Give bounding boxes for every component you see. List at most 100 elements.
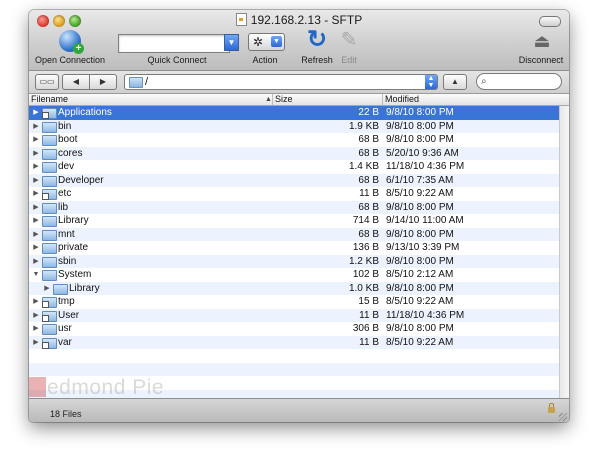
bookmarks-button[interactable]: ▭▭ [35,74,59,90]
toolbar-toggle-button[interactable] [539,16,561,27]
disclosure-collapsed-icon[interactable]: ▶ [32,309,40,323]
window-title: 192.168.2.13 - SFTP [250,13,363,27]
open-connection-icon[interactable]: + [59,30,84,54]
folder-alias-icon [42,297,57,308]
disclosure-collapsed-icon[interactable]: ▶ [32,214,40,228]
file-row[interactable]: ▶ private 136 B 9/13/10 3:39 PM [29,241,560,255]
disclosure-collapsed-icon[interactable]: ▶ [32,322,40,336]
file-size: 714 B [352,215,379,226]
file-size: 11 B [359,309,379,321]
open-connection-label[interactable]: Open Connection [29,55,111,65]
file-row[interactable]: ▶ Developer 68 B 6/1/10 7:35 AM [29,173,560,188]
folder-icon [42,324,57,335]
window-title-bar: 192.168.2.13 - SFTP [29,13,569,27]
file-row[interactable]: ▶ User 11 B 11/18/10 4:36 PM [29,308,560,323]
file-row[interactable]: ▶ boot 68 B 9/8/10 8:00 PM [29,133,560,147]
resize-handle[interactable] [559,413,567,421]
file-modified: 5/20/10 9:36 AM [386,147,459,159]
disclosure-collapsed-icon[interactable]: ▶ [32,133,40,147]
file-row[interactable]: ▶ Library 714 B 9/14/10 11:00 AM [29,214,560,228]
folder-icon [42,148,57,160]
disclosure-collapsed-icon[interactable]: ▶ [32,336,40,350]
file-row[interactable]: ▶ mnt 68 B 9/8/10 8:00 PM [29,227,560,242]
eject-icon[interactable]: ⏏ [530,30,554,52]
forward-button[interactable]: ▶ [89,74,117,90]
folder-icon [42,216,57,227]
back-button[interactable]: ◀ [62,74,90,90]
file-name: lib [58,201,69,213]
action-button[interactable]: ✲ ▼ [248,33,285,51]
folder-icon [42,243,57,254]
file-list: ▶ Applications 22 B 9/8/10 8:00 PM ▶ bin 1.9 K… [29,106,569,398]
disclosure-collapsed-icon[interactable]: ▶ [32,241,40,255]
disclosure-collapsed-icon[interactable]: ▶ [32,120,40,134]
disclosure-collapsed-icon[interactable]: ▶ [32,295,40,309]
watermark-logo [29,377,46,397]
file-row[interactable]: ▶ bin 1.9 KB 9/8/10 8:00 PM [29,119,560,134]
vertical-scrollbar[interactable] [559,106,569,398]
folder-alias-icon [42,337,57,349]
file-modified: 9/8/10 8:00 PM [386,255,454,267]
book-icon: ▭▭ [39,77,55,86]
file-size: 1.9 KB [348,120,379,132]
pencil-icon[interactable]: ✎ [338,28,360,52]
disclosure-collapsed-icon[interactable]: ▶ [32,147,40,161]
file-modified: 9/8/10 8:00 PM [386,134,454,145]
file-row[interactable]: ▼ System 102 B 8/5/10 2:12 AM [29,268,560,282]
edit-label[interactable]: Edit [337,55,361,65]
file-row[interactable]: ▶ var 11 B 8/5/10 9:22 AM [29,335,560,350]
file-row[interactable]: ▶ cores 68 B 5/20/10 9:36 AM [29,146,560,161]
file-row[interactable]: ▶ etc 11 B 8/5/10 9:22 AM [29,187,560,201]
empty-row [29,362,560,376]
file-modified: 9/8/10 8:00 PM [386,282,454,294]
file-name: var [58,336,72,348]
file-modified: 8/5/10 9:22 AM [386,296,454,307]
disconnect-label[interactable]: Disconnect [515,55,567,65]
quick-connect-input[interactable] [118,34,230,53]
file-size: 68 B [358,134,379,145]
quick-connect-dropdown-icon[interactable]: ▼ [224,34,239,51]
file-modified: 9/14/10 11:00 AM [386,215,464,226]
disclosure-expanded-icon[interactable]: ▼ [32,268,40,282]
file-name: private [58,242,89,253]
disclosure-collapsed-icon[interactable]: ▶ [43,282,51,296]
file-row[interactable]: ▶ Applications 22 B 9/8/10 8:00 PM [29,106,560,120]
file-size: 102 B [352,269,379,280]
disclosure-collapsed-icon[interactable]: ▶ [32,106,40,120]
folder-icon [42,175,57,187]
filename-column-header[interactable]: Filename [29,94,273,105]
disclosure-collapsed-icon[interactable]: ▶ [32,255,40,269]
disclosure-collapsed-icon[interactable]: ▶ [32,201,40,215]
file-name: boot [58,134,78,145]
file-row[interactable]: ▶ usr 306 B 9/8/10 8:00 PM [29,322,560,336]
file-name: Developer [58,174,104,186]
file-size: 1.2 KB [348,255,379,267]
file-size: 22 B [358,107,379,118]
file-size: 136 B [352,242,379,253]
refresh-label[interactable]: Refresh [299,55,335,65]
refresh-icon[interactable]: ↻ [305,28,329,52]
search-input[interactable]: ⌕ [476,73,562,90]
disclosure-collapsed-icon[interactable]: ▶ [32,187,40,201]
file-row[interactable]: ▶ Library 1.0 KB 9/8/10 8:00 PM [29,281,560,296]
file-row[interactable]: ▶ tmp 15 B 8/5/10 9:22 AM [29,295,560,309]
disclosure-collapsed-icon[interactable]: ▶ [32,160,40,174]
disclosure-collapsed-icon[interactable]: ▶ [32,228,40,242]
disclosure-collapsed-icon[interactable]: ▶ [32,174,40,188]
size-column-header[interactable]: Size [273,94,383,105]
folder-icon [129,77,143,88]
folder-alias-icon [42,108,57,119]
file-row[interactable]: ▶ sbin 1.2 KB 9/8/10 8:00 PM [29,254,560,269]
path-stepper-icon[interactable]: ▲ ▼ [425,75,437,89]
sftp-window: 192.168.2.13 - SFTP + Open Connection ▼ … [29,10,569,422]
file-name: mnt [58,228,75,240]
parent-directory-button[interactable]: ▲ [443,74,467,90]
up-arrow-icon: ▲ [451,77,459,86]
path-selector[interactable]: / ▲ ▼ [124,74,438,90]
empty-row [29,349,560,363]
file-size: 1.4 KB [348,161,379,172]
file-modified: 8/5/10 9:22 AM [386,336,454,348]
file-row[interactable]: ▶ dev 1.4 KB 11/18/10 4:36 PM [29,160,560,174]
file-row[interactable]: ▶ lib 68 B 9/8/10 8:00 PM [29,200,560,215]
modified-column-header[interactable]: Modified [383,94,569,105]
